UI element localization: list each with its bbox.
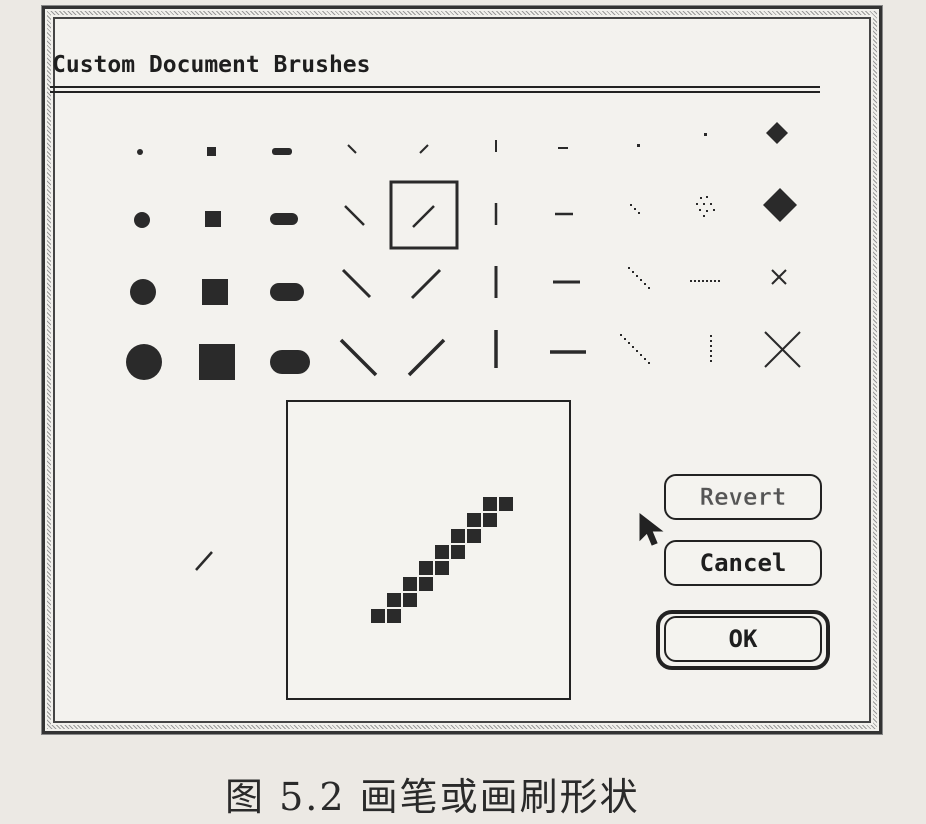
brush-dotted-diagonal[interactable]	[628, 267, 650, 289]
brush-capsule-medium[interactable]	[270, 283, 304, 301]
brush-capsule-tiny[interactable]	[272, 148, 292, 155]
brush-diag-left-tiny[interactable]	[347, 144, 357, 154]
brush-dotted-diagonal-long[interactable]	[620, 334, 650, 364]
brush-round-large[interactable]	[126, 344, 162, 380]
brush-round-medium[interactable]	[130, 279, 156, 305]
brush-diag-right-tiny[interactable]	[419, 144, 429, 154]
brush-spray-diagonal[interactable]	[630, 204, 640, 214]
brush-diag-right-selected[interactable]	[389, 180, 459, 250]
brush-diag-right-large[interactable]	[407, 338, 446, 377]
brush-capsule-small[interactable]	[270, 213, 298, 225]
brush-diamond-large[interactable]	[763, 188, 797, 222]
ok-button[interactable]: OK	[664, 616, 822, 662]
brush-cross-small[interactable]	[771, 269, 787, 285]
brush-square-medium[interactable]	[202, 279, 228, 305]
current-brush-sample	[195, 551, 213, 571]
brush-dotted-vertical[interactable]	[710, 335, 712, 362]
brush-round-tiny[interactable]	[137, 149, 143, 155]
figure-caption: 图 5.2 画笔或画刷形状	[225, 775, 640, 819]
brush-diag-left-large[interactable]	[339, 338, 378, 377]
brush-dot-tiny[interactable]	[704, 133, 707, 136]
mouse-pointer-icon	[639, 512, 664, 546]
revert-button[interactable]: Revert	[664, 474, 822, 520]
brush-spray-round[interactable]	[696, 196, 715, 217]
brush-square-large[interactable]	[199, 344, 235, 380]
brush-diag-left-medium[interactable]	[341, 268, 372, 299]
brush-preview-pane[interactable]	[286, 400, 571, 700]
brush-square-tiny[interactable]	[207, 147, 216, 156]
brush-diag-right-medium[interactable]	[410, 268, 442, 300]
pixel-brush-preview	[371, 497, 513, 623]
brush-diag-left-small[interactable]	[344, 205, 365, 226]
brush-dot-small[interactable]	[637, 144, 640, 147]
brush-round-small[interactable]	[134, 212, 150, 228]
cancel-button[interactable]: Cancel	[664, 540, 822, 586]
brush-capsule-large[interactable]	[270, 350, 310, 374]
brush-dotted-horizontal[interactable]	[690, 280, 720, 282]
brush-diamond-small[interactable]	[766, 122, 788, 144]
brush-cross-large[interactable]	[764, 331, 801, 368]
brush-square-small[interactable]	[205, 211, 221, 227]
